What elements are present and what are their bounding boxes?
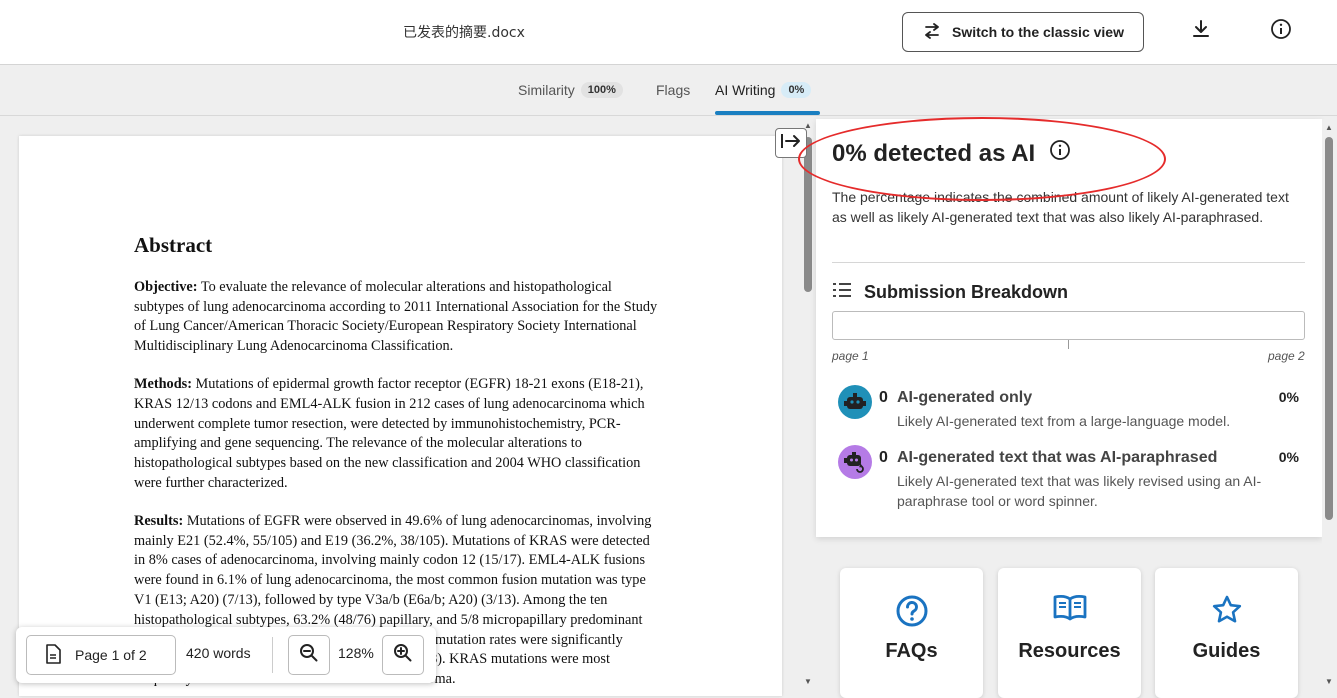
resources-card[interactable]: Resources (998, 568, 1141, 698)
download-button[interactable] (1188, 18, 1214, 44)
ai-detection-description: The percentage indicates the combined am… (832, 189, 1289, 225)
guides-card[interactable]: Guides (1155, 568, 1298, 698)
paragraph-label: Methods: (134, 375, 192, 392)
card-title: FAQs (885, 640, 938, 662)
tab-ai-writing[interactable]: AI Writing 0% (715, 82, 812, 98)
zoom-in-button[interactable] (382, 635, 424, 675)
document-heading: Abstract (134, 233, 213, 257)
paragraph-label: Results: (134, 512, 184, 529)
tab-label: Flags (656, 82, 691, 98)
swap-arrows-icon (922, 22, 942, 42)
category-count: 0 (879, 449, 888, 466)
category-percent: 0% (1278, 389, 1299, 405)
word-count: 420 words (186, 645, 251, 661)
paragraph-methods: Methods: Mutations of epidermal growth f… (134, 375, 664, 494)
card-title: Guides (1192, 640, 1261, 662)
tab-similarity[interactable]: Similarity 100% (518, 82, 623, 98)
panel-scroll-thumb[interactable] (1325, 137, 1333, 520)
book-icon (1052, 594, 1088, 627)
tab-label: AI Writing (715, 82, 776, 98)
toolbar-divider (272, 637, 273, 673)
document-footer-toolbar: Page 1 of 2 420 words 128% (16, 627, 436, 683)
divider (832, 262, 1305, 263)
zoom-out-icon (299, 643, 319, 668)
tab-badge: 100% (580, 82, 623, 98)
tab-flags[interactable]: Flags (656, 82, 690, 98)
star-icon (1211, 594, 1243, 631)
document-scrollbar[interactable]: ▲ ▼ (801, 117, 816, 692)
zoom-in-icon (393, 643, 413, 668)
zoom-out-button[interactable] (288, 635, 330, 675)
active-tab-indicator (715, 111, 820, 115)
collapse-panel-button[interactable] (775, 128, 807, 158)
submission-breakdown-bar[interactable] (832, 311, 1305, 340)
page-label: Page 1 of 2 (75, 647, 147, 663)
list-icon (832, 281, 852, 304)
category-name: AI-generated only (897, 389, 1033, 406)
paragraph-text: Mutations of epidermal growth factor rec… (134, 375, 645, 491)
info-icon (1270, 18, 1292, 45)
ai-detection-panel: 0% detected as AI The percentage indicat… (816, 119, 1322, 537)
document-scroll-thumb[interactable] (804, 137, 812, 292)
panel-scrollbar[interactable]: ▲ ▼ (1322, 119, 1337, 692)
document-page: Abstract Objective: To evaluate the rele… (19, 136, 782, 696)
page-indicator[interactable]: Page 1 of 2 (26, 635, 176, 675)
robot-paraphrase-icon (838, 445, 872, 479)
ai-detection-heading: 0% detected as AI (832, 139, 1036, 167)
paragraph-text: To evaluate the relevance of molecular a… (134, 278, 658, 355)
switch-classic-view-label: Switch to the classic view (952, 24, 1124, 40)
tab-bar: Similarity 100% Flags AI Writing 0% (0, 66, 1337, 116)
category-count: 0 (879, 389, 888, 406)
category-description: Likely AI-generated text from a large-la… (897, 413, 1231, 429)
breakdown-heading: Submission Breakdown (864, 282, 1069, 302)
info-button[interactable] (1268, 18, 1294, 44)
download-icon (1191, 19, 1211, 44)
category-name: AI-generated text that was AI-paraphrase… (897, 449, 1218, 466)
robot-icon (838, 385, 872, 419)
card-title: Resources (1018, 640, 1121, 662)
ai-detection-title: 0% detected as AI (832, 139, 1071, 168)
switch-classic-view-button[interactable]: Switch to the classic view (902, 12, 1144, 52)
info-icon[interactable] (1049, 139, 1071, 168)
question-circle-icon (895, 594, 929, 633)
page-boundary-marker (1068, 340, 1069, 349)
page-start-label: page 1 (832, 349, 869, 363)
faqs-card[interactable]: FAQs (840, 568, 983, 698)
document-viewer: Abstract Objective: To evaluate the rele… (0, 117, 800, 696)
zoom-level: 128% (338, 645, 374, 661)
tab-badge: 0% (781, 82, 812, 98)
scroll-up-arrow-icon[interactable]: ▲ (1325, 123, 1333, 132)
document-page-icon (45, 643, 61, 667)
page-end-label: page 2 (1268, 349, 1305, 363)
top-bar: 已发表的摘要.docx Switch to the classic view (0, 0, 1337, 65)
category-percent: 0% (1278, 449, 1299, 465)
submission-breakdown-title: Submission Breakdown (832, 281, 1068, 304)
document-filename: 已发表的摘要.docx (403, 25, 525, 41)
scroll-down-arrow-icon[interactable]: ▼ (804, 677, 812, 686)
paragraph-objective: Objective: To evaluate the relevance of … (134, 278, 664, 357)
scroll-down-arrow-icon[interactable]: ▼ (1325, 677, 1333, 686)
tab-label: Similarity (518, 82, 575, 98)
collapse-arrow-icon (780, 132, 802, 155)
category-description: Likely AI-generated text that was likely… (897, 473, 1262, 509)
paragraph-label: Objective: (134, 278, 198, 295)
